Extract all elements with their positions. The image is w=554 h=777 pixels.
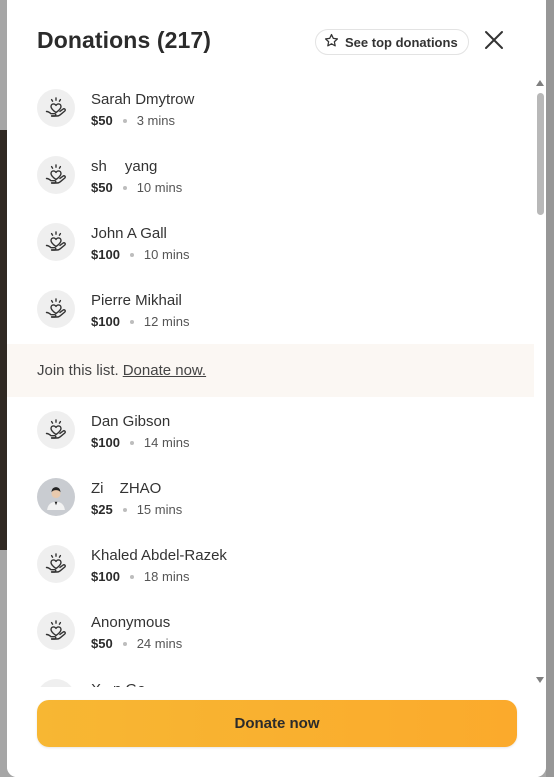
donation-time: 24 mins [136,636,183,651]
donate-now-link[interactable]: Donate now. [123,362,206,379]
separator-dot [122,507,127,512]
donation-meta: $25 15 mins [91,502,182,517]
donation-meta: $50 10 mins [91,180,182,195]
donation-time: 15 mins [136,502,183,517]
donation-row: John A Gall $100 10 mins [7,209,534,276]
heart-hand-icon [37,156,75,194]
heart-hand-icon [37,679,75,687]
separator-dot [122,118,127,123]
donation-amount: $25 [91,502,113,517]
scroll-up-arrow-icon[interactable] [536,80,544,86]
heart-hand-icon [37,290,75,328]
heart-hand-icon [37,223,75,261]
donor-name: sh yang [91,158,158,175]
donation-row: Khaled Abdel-Razek $100 18 mins [7,531,534,598]
donation-row: sh yang $50 10 mins [7,142,534,209]
donation-amount: $100 [91,435,120,450]
donation-amount: $100 [91,314,120,329]
donation-meta: $100 10 mins [91,247,189,262]
separator-dot [129,252,134,257]
donation-amount: $100 [91,247,120,262]
separator-dot [122,185,127,190]
donation-row: Dan Gibson $100 14 mins [7,397,534,464]
donation-row: X n Ge [7,665,534,687]
donor-name: Dan Gibson [91,413,171,430]
donation-time: 18 mins [143,569,190,584]
donation-meta: $100 18 mins [91,569,189,584]
donation-amount: $100 [91,569,120,584]
scroll-down-arrow-icon[interactable] [536,677,544,683]
heart-hand-icon [37,89,75,127]
donations-list[interactable]: Sarah Dmytrow $50 3 mins sh yang $50 10 mins J… [7,75,534,687]
donation-time: 14 mins [143,435,190,450]
donation-meta: $50 24 mins [91,636,182,651]
donor-name: Sarah Dmytrow [91,91,195,108]
donation-amount: $50 [91,113,113,128]
donate-now-button[interactable]: Donate now [37,700,517,747]
donor-name: Anonymous [91,614,171,631]
donor-name: Khaled Abdel-Razek [91,547,227,564]
heart-hand-icon [37,612,75,650]
donation-row: Anonymous $50 24 mins [7,598,534,665]
modal-header: Donations (217) See top donations [7,0,546,75]
donation-time: 3 mins [136,113,175,128]
separator-dot [122,641,127,646]
join-list-banner: Join this list. Donate now. [7,344,534,397]
donation-meta: $100 14 mins [91,435,189,450]
donor-name: Zi ZHAO [91,480,162,497]
modal-title: Donations (217) [37,27,212,53]
see-top-donations-label: See top donations [345,34,458,50]
donation-row: Pierre Mikhail $100 12 mins [7,276,534,343]
heart-hand-icon [37,545,75,583]
separator-dot [129,440,134,445]
star-icon [324,33,339,51]
donation-time: 12 mins [143,314,190,329]
scrollbar-thumb[interactable] [537,93,544,215]
modal-footer: Donate now [7,687,546,777]
donation-meta: $100 12 mins [91,314,189,329]
join-list-text: Join this list. [37,362,119,379]
scrollbar[interactable] [535,75,546,687]
donation-meta: $50 3 mins [91,113,175,128]
see-top-donations-button[interactable]: See top donations [315,29,469,55]
close-icon [484,30,504,55]
separator-dot [129,319,134,324]
separator-dot [129,574,134,579]
donation-time: 10 mins [143,247,190,262]
donations-modal: Donations (217) See top donations Sarah … [7,0,546,777]
heart-hand-icon [37,411,75,449]
close-button[interactable] [482,30,506,54]
donation-amount: $50 [91,180,113,195]
donation-row: Sarah Dmytrow $50 3 mins [7,75,534,142]
donation-time: 10 mins [136,180,183,195]
donation-row: Zi ZHAO $25 15 mins [7,464,534,531]
donation-amount: $50 [91,636,113,651]
donor-avatar-photo [37,478,75,516]
donor-name: John A Gall [91,225,167,242]
donor-name: Pierre Mikhail [91,292,182,309]
